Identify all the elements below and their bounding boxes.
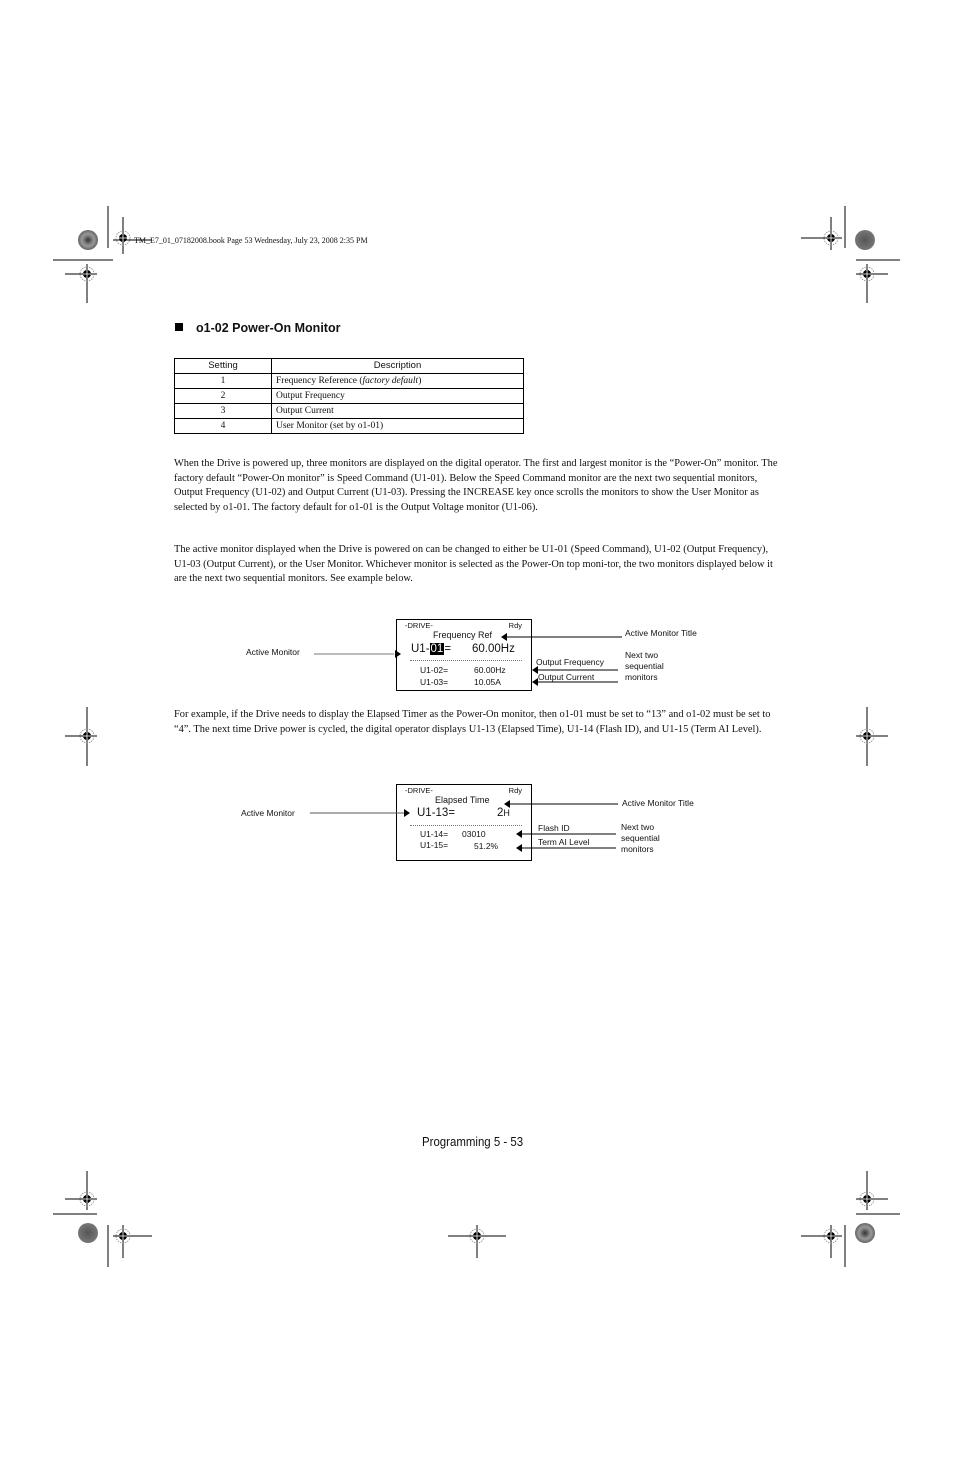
setting-description: User Monitor (set by o1-01) <box>271 418 524 434</box>
header-setting: Setting <box>174 358 272 374</box>
setting-value: 2 <box>174 388 272 404</box>
arrow-right-icon <box>404 809 410 817</box>
registration-mark-bottom-left <box>53 1171 152 1267</box>
setting-description: Frequency Reference (factory default) <box>271 373 524 389</box>
paragraph-text: The active monitor displayed when the Dr… <box>174 544 773 585</box>
paragraph-intro: When the Drive is powered up, three moni… <box>174 457 784 515</box>
setting-value: 4 <box>174 418 272 434</box>
registration-mark-middle-right <box>856 707 888 766</box>
description-text: Frequency Reference ( <box>276 376 363 386</box>
registration-mark-top-right <box>801 206 900 303</box>
header-description: Description <box>271 358 524 374</box>
arrow-right-icon <box>395 650 401 658</box>
registration-mark-top-left <box>53 206 152 303</box>
table-row: 2 Output Frequency <box>174 388 524 404</box>
callout-sub-monitor-2: Term AI Level <box>538 837 590 847</box>
figure1-callout-arrows <box>314 633 622 686</box>
color-rosette-icon <box>78 1223 98 1243</box>
callout-line: sequential <box>625 661 664 671</box>
paragraph-text: When the Drive is powered up, three moni… <box>174 458 778 513</box>
setting-value: 1 <box>174 373 272 389</box>
page-footer: Programming 5 - 53 <box>422 1134 524 1149</box>
figure2-callout-arrows <box>310 800 618 852</box>
setting-description: Output Current <box>271 403 524 419</box>
callout-sub-monitor-1: Output Frequency <box>536 657 605 667</box>
callout-active-monitor-title: Active Monitor Title <box>625 628 697 638</box>
callout-line: Next two <box>621 822 655 832</box>
setting-value: 3 <box>174 403 272 419</box>
callout-line: Next two <box>625 650 659 660</box>
color-rosette-icon <box>78 230 98 250</box>
registration-mark-bottom-center <box>448 1225 506 1258</box>
callout-next-two: Next two sequential monitors <box>621 822 660 855</box>
paragraph-active-monitor: The active monitor displayed when the Dr… <box>174 543 784 587</box>
section-title-text: o1-02 Power-On Monitor <box>196 321 341 335</box>
callout-sub-monitor-1: Flash ID <box>538 823 570 833</box>
section-title: o1-02 Power-On Monitor <box>175 321 340 335</box>
callout-line: sequential <box>621 833 660 843</box>
print-header: TM_E7_01_07182008.book Page 53 Wednesday… <box>134 236 368 245</box>
table-row: 3 Output Current <box>174 403 524 419</box>
callout-sub-monitor-2: Output Current <box>538 672 595 682</box>
table-header-row: Setting Description <box>174 358 524 374</box>
description-suffix: ) <box>418 376 422 386</box>
description-italic: factory default <box>362 376 419 386</box>
color-rosette-icon <box>855 230 875 250</box>
color-rosette-icon <box>855 1223 875 1243</box>
settings-table: Setting Description 1 Frequency Referenc… <box>174 358 524 434</box>
square-bullet-icon <box>175 323 183 331</box>
registration-mark-middle-left <box>65 707 97 766</box>
paragraph-example: For example, if the Drive needs to displ… <box>174 708 784 737</box>
callout-next-two: Next two sequential monitors <box>625 650 664 683</box>
table-row: 4 User Monitor (set by o1-01) <box>174 418 524 434</box>
arrow-left-icon <box>516 844 522 852</box>
table-row: 1 Frequency Reference (factory default) <box>174 373 524 389</box>
printer-marks <box>53 206 900 1267</box>
callout-active-monitor: Active Monitor <box>246 647 300 657</box>
registration-mark-bottom-right <box>801 1171 900 1267</box>
arrow-left-icon <box>516 830 522 838</box>
callout-active-monitor-title: Active Monitor Title <box>622 798 694 808</box>
arrow-left-icon <box>504 800 510 808</box>
paragraph-text: For example, if the Drive needs to displ… <box>174 709 771 735</box>
callout-active-monitor: Active Monitor <box>241 808 295 818</box>
setting-description: Output Frequency <box>271 388 524 404</box>
callout-line: monitors <box>625 672 658 682</box>
callout-line: monitors <box>621 844 654 854</box>
arrow-left-icon <box>501 633 507 641</box>
